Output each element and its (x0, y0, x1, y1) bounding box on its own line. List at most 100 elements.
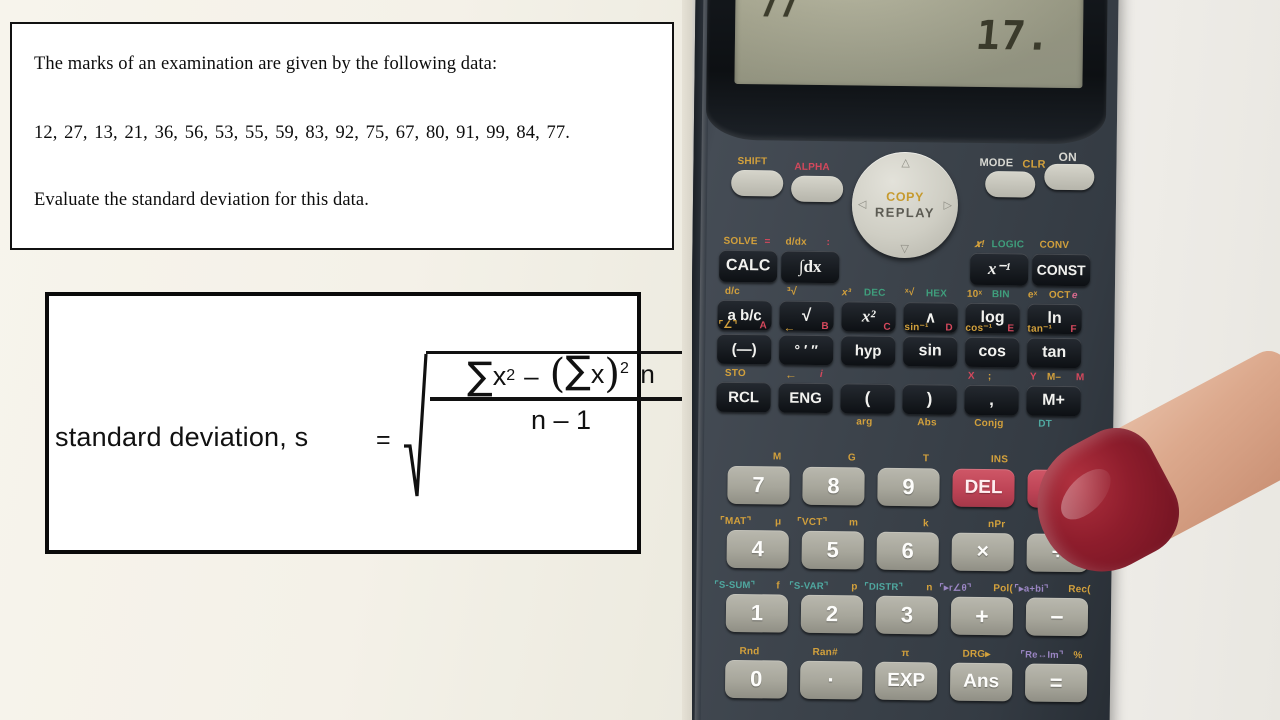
reciprocal-key[interactable]: x⁻¹ (969, 252, 1029, 286)
colon-alpha-label: : (826, 237, 831, 249)
question-data-values: 12, 27, 13, 21, 36, 56, 53, 55, 59, 83, … (34, 123, 570, 143)
key-7[interactable]: 7 (727, 465, 790, 505)
nano-label: n (926, 582, 933, 594)
pol-label: Pol( (993, 583, 1014, 595)
npr-label: nPr (987, 519, 1006, 531)
open-paren-key[interactable]: ( (840, 383, 895, 414)
decimal-point-key[interactable]: · (799, 660, 863, 700)
tan-key[interactable]: tan (1026, 337, 1082, 369)
on-key-label: ON (1058, 149, 1078, 165)
cos-key[interactable]: cos (964, 336, 1020, 368)
x-root-label: ˣ√ (904, 287, 915, 299)
lcd-result-value: 17. (973, 12, 1054, 60)
memory-minus-label: M– (1046, 371, 1062, 383)
sto-label: STO (724, 367, 746, 380)
hex-label: HEX (925, 288, 948, 300)
key-3[interactable]: 3 (875, 595, 939, 635)
close-paren-key[interactable]: ) (902, 384, 957, 415)
key-0[interactable]: 0 (724, 659, 788, 699)
exponent-key[interactable]: EXP (874, 661, 938, 701)
integral-dx-key[interactable]: ∫dx (780, 250, 840, 284)
on-key[interactable] (1044, 163, 1095, 191)
pi-label: π (901, 648, 910, 660)
replay-down-arrow-icon[interactable]: ▽ (900, 242, 909, 255)
imaginary-unit-label: i (819, 368, 823, 381)
backspace-arrow-icon: ← (783, 320, 796, 335)
re-im-label: ⌜Re↔Im⌝ (1020, 649, 1064, 661)
semicolon-label: ; (987, 371, 992, 383)
alpha-m-memory-label: M (772, 451, 782, 463)
angle-label: ⌜∠⌝ (718, 319, 738, 331)
percent-label: % (1073, 650, 1083, 662)
arccos-label: cos⁻¹ (965, 322, 993, 335)
polar-convert-label: ⌜▸r∠θ⌝ (939, 582, 972, 594)
alpha-y-label: Y (1029, 371, 1037, 383)
mat-label: ⌜MAT⌝ (720, 515, 752, 528)
plus-key[interactable]: + (950, 596, 1014, 636)
lecture-slide-panel: The marks of an examination are given by… (0, 0, 694, 720)
cube-root-label: ³√ (786, 285, 798, 298)
hyp-key[interactable]: hyp (840, 335, 896, 366)
s-sum-label: ⌜S-SUM⌝ (714, 579, 756, 592)
micro-label: μ (775, 516, 782, 528)
degrees-minutes-seconds-key[interactable]: ° ′ ″ (778, 334, 834, 366)
scientific-calculator: SD D 77 17. SHIFT ALPHA △ ◁ ▷ ▽ COPY REP… (692, 0, 1119, 720)
lcd-bezel: SD D 77 17. (705, 0, 1108, 145)
arctan-label: tan⁻¹ (1027, 323, 1053, 335)
solve-label: SOLVE (723, 235, 758, 248)
replay-left-arrow-icon[interactable]: ◁ (858, 197, 867, 210)
conjg-label: Conjg (974, 417, 1004, 430)
rect-convert-label: ⌜▸a+bi⌝ (1014, 583, 1049, 595)
question-box: The marks of an examination are given by… (10, 22, 674, 250)
inner-fraction-numerator: (∑x)2 (546, 351, 641, 394)
shift-key[interactable] (731, 169, 784, 197)
replay-label: REPLAY (874, 204, 935, 221)
answer-key[interactable]: Ans (949, 662, 1013, 702)
sin-key[interactable]: sin (902, 336, 958, 367)
random-label: Ran# (812, 646, 838, 659)
key-5[interactable]: 5 (801, 530, 864, 570)
rcl-key[interactable]: RCL (716, 381, 771, 413)
equals-key[interactable]: = (1024, 663, 1088, 703)
replay-directional-pad[interactable]: △ ◁ ▷ ▽ COPY REPLAY (851, 151, 959, 259)
fingernail-gloss (1052, 460, 1120, 529)
milli-label: m (849, 517, 859, 529)
key-1[interactable]: 1 (725, 593, 789, 633)
numerator-variable-x: x (492, 360, 507, 391)
question-line-3: Evaluate the standard deviation for this… (34, 190, 369, 210)
negative-sign-key[interactable]: (—) (717, 333, 772, 365)
formula-equals-sign: = (376, 426, 391, 454)
arcsin-label: sin⁻¹ (904, 322, 929, 334)
inner-close-paren: ) (604, 351, 620, 397)
dc-label: d/c (724, 285, 741, 298)
key-9[interactable]: 9 (877, 467, 940, 507)
calculator-display: SD D 77 17. (734, 0, 1085, 89)
key-4[interactable]: 4 (726, 529, 789, 569)
arg-label: arg (856, 416, 873, 428)
x-factorial-label: 𝒙! (974, 238, 985, 250)
calc-key[interactable]: CALC (719, 249, 778, 283)
replay-right-arrow-icon[interactable]: ▷ (943, 198, 952, 211)
const-key[interactable]: CONST (1031, 253, 1091, 287)
replay-copy-label: COPY (886, 189, 925, 205)
inner-fraction: (∑x)2 n (546, 351, 655, 394)
calculator-photo-panel: SD D 77 17. SHIFT ALPHA △ ◁ ▷ ▽ COPY REP… (692, 0, 1280, 720)
key-2[interactable]: 2 (800, 594, 864, 634)
memory-plus-key[interactable]: M+ (1026, 385, 1081, 417)
comma-key[interactable]: , (964, 384, 1019, 416)
key-6[interactable]: 6 (876, 531, 939, 571)
multiply-key[interactable]: × (951, 532, 1014, 572)
replay-up-arrow-icon[interactable]: △ (901, 156, 910, 169)
alpha-key[interactable] (790, 175, 844, 203)
inner-exponent: 2 (619, 360, 629, 377)
eng-key[interactable]: ENG (778, 382, 833, 414)
formula-box: standard deviation, s = ∑ x 2 – (∑x)2 n … (45, 292, 694, 554)
inner-open-paren: ( (549, 351, 566, 397)
alpha-d-label: D (945, 322, 953, 334)
key-8[interactable]: 8 (802, 466, 865, 506)
numerator-x-exponent: 2 (506, 367, 516, 384)
drg-label: DRG▸ (962, 648, 991, 661)
mode-key[interactable] (985, 170, 1036, 198)
pico-label: p (851, 581, 858, 593)
clr-key-label: CLR (1022, 158, 1046, 171)
